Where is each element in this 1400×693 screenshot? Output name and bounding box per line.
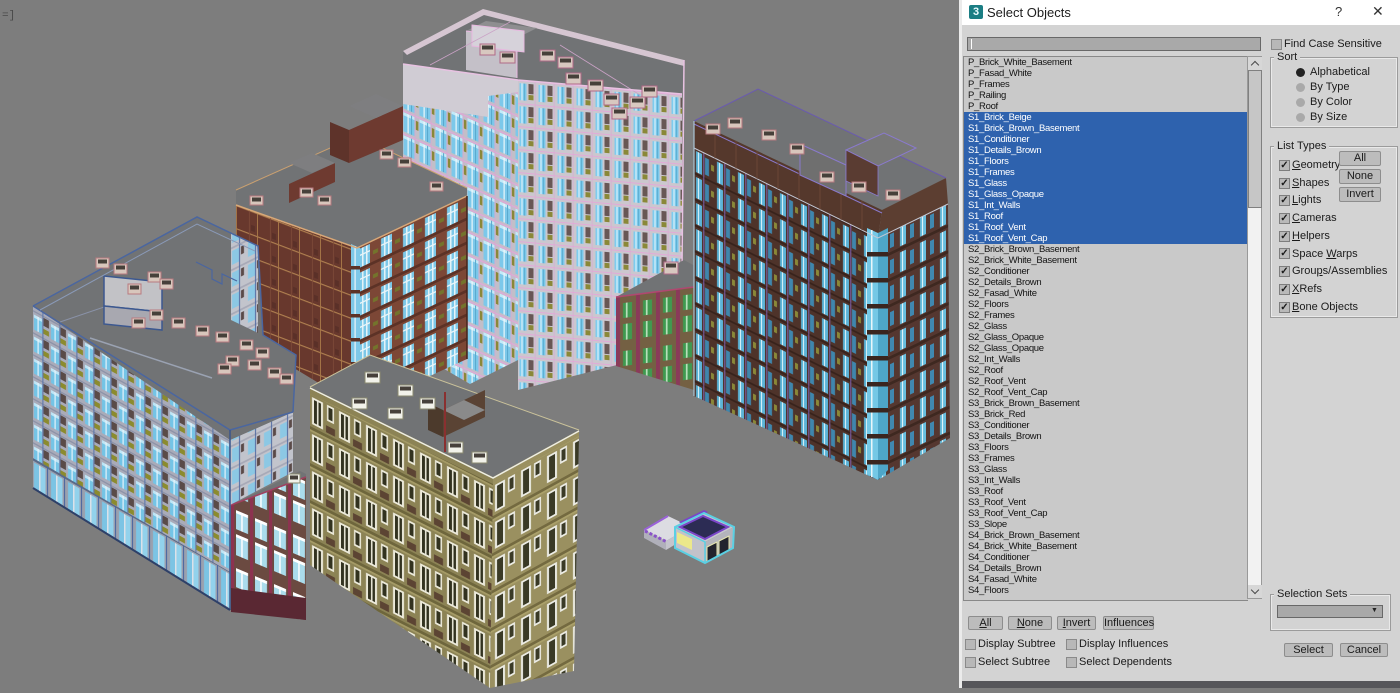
svg-text:=]: =] [2,10,15,22]
